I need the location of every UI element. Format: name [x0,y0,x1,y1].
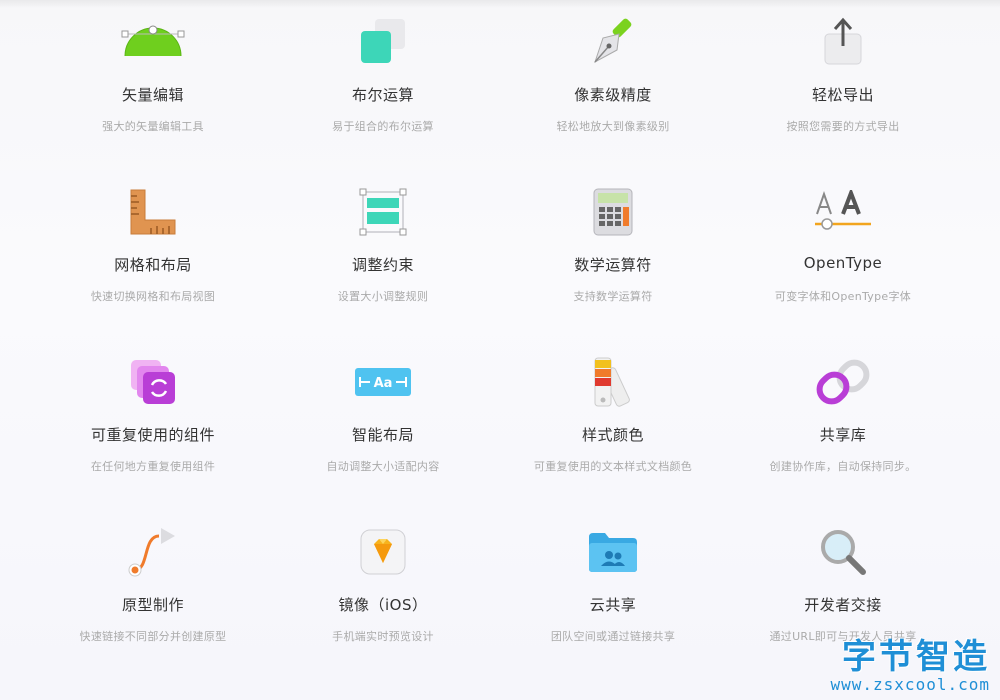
boolean-ops-icon [351,14,415,70]
feature-desc: 可重复使用的文本样式文档颜色 [533,460,693,473]
feature-desc: 可变字体和OpenType字体 [774,290,912,303]
feature-title: 布尔运算 [351,86,414,104]
feature-title: 原型制作 [121,596,184,614]
feature-title: 数学运算符 [574,256,652,274]
feature-cloud-share: 云共享 团队空间或通过链接共享 [498,510,728,680]
feature-boolean-ops: 布尔运算 易于组合的布尔运算 [268,0,498,170]
feature-desc: 自动调整大小适配内容 [326,460,440,473]
feature-desc: 支持数学运算符 [573,290,653,303]
feature-desc: 易于组合的布尔运算 [332,120,434,133]
feature-title: 样式颜色 [581,426,644,444]
symbols-icon [121,354,185,410]
feature-export: 轻松导出 按照您需要的方式导出 [728,0,958,170]
feature-style-colors: 样式颜色 可重复使用的文本样式文档颜色 [498,340,728,510]
feature-opentype: OpenType 可变字体和OpenType字体 [728,170,958,340]
feature-grid: 矢量编辑 强大的矢量编辑工具 布尔运算 易于组合的布尔运算 像素级精度 轻松地放… [0,0,1000,700]
feature-vector-edit: 矢量编辑 强大的矢量编辑工具 [38,0,268,170]
feature-desc: 强大的矢量编辑工具 [102,120,204,133]
link-icon [811,354,875,410]
feature-desc: 手机端实时预览设计 [332,630,434,643]
feature-title: 矢量编辑 [121,86,184,104]
feature-title: 像素级精度 [574,86,652,104]
feature-math-operators: 数学运算符 支持数学运算符 [498,170,728,340]
svg-text:Aa: Aa [374,376,393,391]
vector-edit-icon [121,14,185,70]
smart-layout-icon: Aa [351,354,415,410]
feature-desc: 创建协作库，自动保持同步。 [769,460,917,473]
feature-title: 云共享 [589,596,637,614]
sketch-diamond-icon [351,524,415,580]
feature-desc: 轻松地放大到像素级别 [556,120,670,133]
ruler-icon [121,184,185,240]
feature-title: OpenType [803,254,883,272]
feature-desc: 在任何地方重复使用组件 [90,460,216,473]
feature-title: 网格和布局 [114,256,192,274]
feature-pixel-precision: 像素级精度 轻松地放大到像素级别 [498,0,728,170]
magnifier-icon [811,524,875,580]
feature-reusable-components: 可重复使用的组件 在任何地方重复使用组件 [38,340,268,510]
feature-grid-layout: 网格和布局 快速切换网格和布局视图 [38,170,268,340]
feature-desc: 按照您需要的方式导出 [786,120,900,133]
cloud-folder-icon [581,524,645,580]
prototype-icon [121,524,185,580]
typography-icon [811,184,875,240]
color-swatch-icon [581,354,645,410]
export-icon [811,14,875,70]
watermark-url: www.zsxcool.com [830,675,990,694]
pen-nib-icon [581,14,645,70]
feature-resize-constraints: 调整约束 设置大小调整规则 [268,170,498,340]
watermark: 字节智造 www.zsxcool.com [831,638,991,694]
feature-desc: 快速链接不同部分并创建原型 [79,630,227,643]
feature-title: 共享库 [819,426,867,444]
feature-title: 智能布局 [351,426,414,444]
feature-prototyping: 原型制作 快速链接不同部分并创建原型 [38,510,268,680]
feature-title: 可重复使用的组件 [90,426,215,444]
watermark-logo: 字节智造 [842,637,990,677]
feature-title: 调整约束 [351,256,414,274]
calculator-icon [581,184,645,240]
feature-title: 轻松导出 [811,86,874,104]
feature-desc: 设置大小调整规则 [337,290,429,303]
feature-title: 镜像（iOS） [338,596,428,614]
feature-desc: 团队空间或通过链接共享 [550,630,676,643]
feature-desc: 快速切换网格和布局视图 [90,290,216,303]
feature-mirror-ios: 镜像（iOS） 手机端实时预览设计 [268,510,498,680]
resize-constraints-icon [351,184,415,240]
feature-shared-library: 共享库 创建协作库，自动保持同步。 [728,340,958,510]
feature-smart-layout: Aa 智能布局 自动调整大小适配内容 [268,340,498,510]
feature-title: 开发者交接 [804,596,882,614]
